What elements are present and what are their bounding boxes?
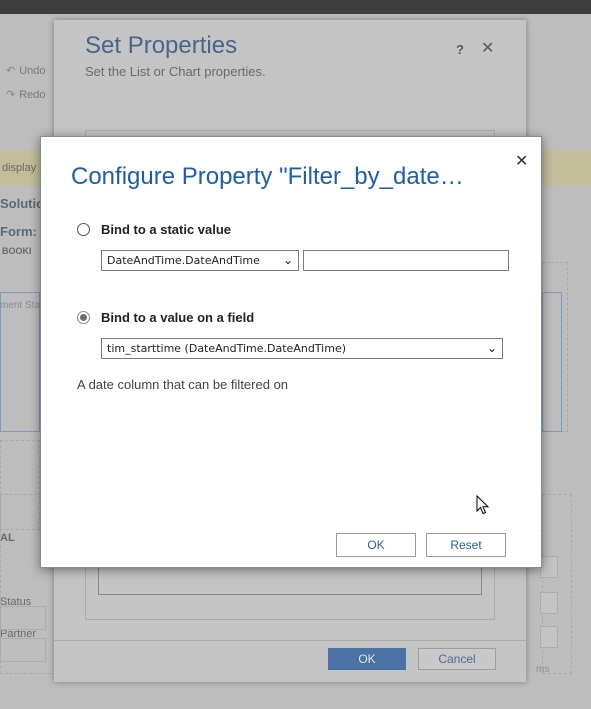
ok-button[interactable]: OK [336,533,416,557]
ms-label: ms [536,664,550,675]
property-description: A date column that can be filtered on [77,377,289,392]
undo-label: Undo [19,64,46,77]
static-value-input[interactable] [303,250,509,271]
chevron-down-icon: ⌄ [486,341,497,355]
solution-label: Solutio [0,196,45,211]
static-value-option[interactable]: Bind to a static value [77,222,231,237]
comment-label: ment Sta [0,300,41,311]
field-value-radio[interactable] [77,311,90,324]
help-icon[interactable]: ? [456,42,464,57]
form-field [540,626,558,648]
mouse-pointer-icon [476,495,490,515]
redo-button[interactable]: ↷ Redo [6,88,46,102]
set-properties-cancel-button[interactable]: Cancel [418,648,496,670]
configure-property-dialog: Configure Property "Filter_by_date… ✕ Bi… [40,136,542,568]
footer-divider [54,640,526,641]
redo-label: Redo [19,88,46,101]
static-value-radio[interactable] [77,223,90,236]
preview-box [98,565,482,595]
set-properties-title: Set Properties [85,32,238,59]
undo-icon: ↶ [6,65,16,77]
booking-label: BOOKI [2,246,32,256]
field-select[interactable]: tim_starttime (DateAndTime.DateAndTime) … [101,338,503,359]
app-top-bar [0,0,591,14]
close-icon[interactable]: ✕ [515,151,528,171]
reset-button[interactable]: Reset [426,533,506,557]
form-field [540,556,558,578]
form-section [542,292,562,432]
field-value-label: Bind to a value on a field [101,310,255,325]
field-value-option[interactable]: Bind to a value on a field [77,310,254,325]
static-type-select-value: DateAndTime.DateAndTime [107,254,260,267]
set-properties-ok-button[interactable]: OK [328,648,406,670]
redo-icon: ↷ [6,89,16,101]
form-label: Form: [0,224,37,239]
undo-button[interactable]: ↶ Undo [6,64,46,78]
dialog-title: Configure Property "Filter_by_date… [71,163,464,190]
ribbon: ↶ Undo ↷ Redo [0,60,60,120]
form-section [0,292,40,432]
static-value-label: Bind to a static value [101,222,232,237]
notification-text: display [2,162,37,174]
chevron-down-icon: ⌄ [282,253,293,267]
static-type-select[interactable]: DateAndTime.DateAndTime ⌄ [101,250,299,271]
set-properties-subtitle: Set the List or Chart properties. [85,64,266,79]
close-icon[interactable]: ✕ [481,38,494,58]
field-select-value: tim_starttime (DateAndTime.DateAndTime) [107,342,347,355]
form-field [540,592,558,614]
